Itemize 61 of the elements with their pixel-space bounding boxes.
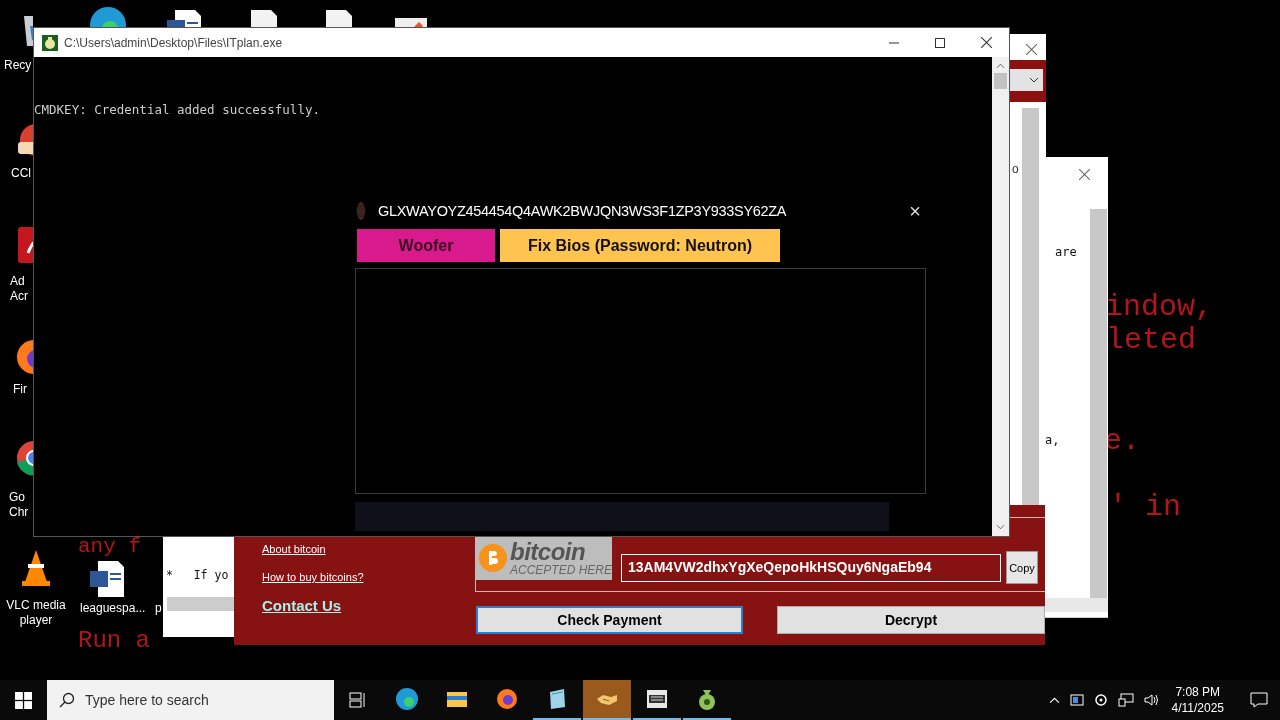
close-button[interactable]: × xyxy=(905,201,925,221)
search-icon xyxy=(59,692,75,708)
action-button[interactable]: Check Payment xyxy=(476,606,743,634)
fingerprint-icon xyxy=(356,201,366,221)
wallpaper-text: indow, xyxy=(1105,290,1214,324)
clock-time[interactable]: 7:08 PM xyxy=(1175,684,1221,700)
clock-date[interactable]: 4/11/2025 xyxy=(1171,700,1224,716)
close-icon xyxy=(1026,44,1037,55)
scrollbar[interactable] xyxy=(1022,108,1039,508)
icon-label: Ad xyxy=(10,274,25,289)
icon-label: VLC media xyxy=(6,598,66,613)
icon-label: Fir xyxy=(13,382,27,397)
copy-button[interactable]: Copy xyxy=(1006,551,1038,584)
link[interactable]: About bitcoin xyxy=(262,543,326,555)
scrollbar[interactable] xyxy=(167,597,237,611)
console-output: CMDKEY: Credential added successfully. xyxy=(34,102,320,117)
screen-icon[interactable] xyxy=(1069,694,1084,706)
action-button[interactable]: Decrypt xyxy=(777,606,1045,634)
machine-id: GLXWAYOYZ454454Q4AWK2BWJQN3WS3F1ZP3Y933SY62ZA xyxy=(378,203,788,219)
app-icon xyxy=(42,34,58,51)
scrollbar[interactable] xyxy=(1090,209,1107,599)
contact-link[interactable]: Contact Us xyxy=(262,597,342,614)
scrollbar[interactable] xyxy=(992,57,1009,536)
task-view-icon[interactable] xyxy=(349,692,367,708)
icon-label: p xyxy=(155,601,162,616)
close-icon xyxy=(980,37,992,48)
notification-icon[interactable] xyxy=(1250,692,1268,708)
chevron-down-icon xyxy=(1029,77,1039,83)
scrollbar[interactable] xyxy=(1045,598,1108,612)
wallpaper-text: Run a xyxy=(78,628,150,654)
menu-button[interactable]: Woofer xyxy=(357,229,495,262)
scroll-thumb[interactable] xyxy=(994,73,1007,89)
icon-label: Chr xyxy=(9,505,29,520)
windows-logo-icon[interactable] xyxy=(15,691,32,709)
close-icon xyxy=(1079,169,1090,180)
badge-caption: ACCEPTED HERE xyxy=(509,564,612,576)
bitcoin-icon xyxy=(478,542,508,574)
wallpaper-text: leted xyxy=(1106,323,1196,357)
chevron-down-icon[interactable] xyxy=(996,524,1005,530)
icon-label: CCl xyxy=(11,166,31,181)
address-field[interactable]: 13AM4VW2dhxYgXeQepoHkHSQuy6NgaEb94 xyxy=(621,554,1001,582)
icon-label: Recy xyxy=(4,58,32,73)
maximize-icon xyxy=(935,37,945,48)
badge-word: bitcoin xyxy=(509,540,587,564)
icon-label: Acr xyxy=(10,289,28,304)
network-icon[interactable] xyxy=(1117,693,1134,707)
search-field[interactable]: Type here to search xyxy=(47,680,334,720)
text-line: * If yo xyxy=(166,568,229,582)
wallpaper-text: any f xyxy=(78,537,141,557)
wallpaper-text: ' in xyxy=(1109,490,1181,524)
speaker-icon[interactable] xyxy=(1143,693,1160,707)
menu-button[interactable]: Fix Bios (Password: Neutron) xyxy=(500,229,780,262)
edge-icon[interactable] xyxy=(88,5,128,27)
icon-label: leaguespa... xyxy=(80,601,146,616)
text-line: are xyxy=(1055,245,1077,259)
icon-label: Go xyxy=(9,490,25,505)
window-title: C:\Users\admin\Desktop\Files\ITplan.exe xyxy=(64,35,284,50)
text-line: a, xyxy=(1045,433,1060,447)
icon-label: player xyxy=(19,613,53,628)
text-line: o xyxy=(1012,162,1019,176)
link[interactable]: How to buy bitcoins? xyxy=(262,571,364,583)
